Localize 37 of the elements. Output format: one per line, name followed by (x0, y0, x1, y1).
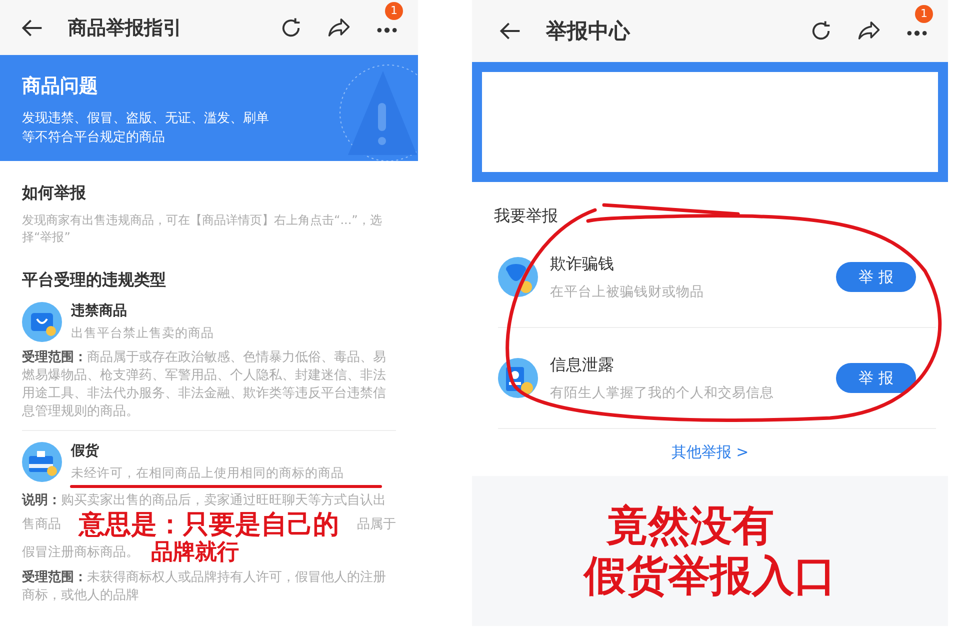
section-heading: 我要举报 (494, 206, 558, 227)
other-reports-link[interactable]: 其他举报 > (671, 443, 749, 462)
detail-text: 购买卖家出售的商品后，卖家通过旺旺聊天等方式自认出 (61, 492, 386, 510)
type-description: 出售平台禁止售卖的商品 (71, 325, 214, 342)
detail-label: 说明： (22, 492, 61, 510)
detail-text: 假冒注册商标商品。 (22, 544, 139, 562)
notification-badge: 1 (915, 5, 933, 23)
detail-text: 受理范围：商品属于或存在政治敏感、色情暴力低俗、毒品、易燃易爆物品、枪支弹药、军警用品、个人隐私、封建迷信、非法用途工具、非法代办服务、非法金融、欺诈类等违反平台违禁信息管理规则的商品。 (22, 349, 387, 421)
detail-text: 受理范围：未获得商标权人或品牌持有人许可，假冒他人的注册商标，或他人的品牌 (22, 569, 387, 605)
page-title: 商品举报指引 (68, 16, 182, 40)
section-heading: 如何举报 (22, 183, 87, 204)
report-button[interactable]: 举 报 (836, 262, 916, 292)
banner-text: 发现违禁、假冒、盗版、无证、滥发、刷单 (22, 110, 270, 128)
section-heading: 平台受理的违规类型 (22, 270, 167, 291)
type-title: 违禁商品 (71, 302, 128, 320)
report-type-title: 欺诈骗钱 (550, 254, 615, 274)
detail-text: 品属于 (357, 516, 396, 534)
notification-badge: 1 (385, 2, 403, 20)
shopping-bag-icon (22, 302, 62, 342)
box-icon (22, 442, 62, 482)
detail-text: 售商品 (22, 516, 61, 534)
banner-title: 商品问题 (22, 74, 99, 99)
id-card-icon (498, 358, 538, 398)
annotation-text: 竟然没有 (606, 501, 774, 551)
annotation-text: 品牌就行 (151, 540, 239, 566)
type-description: 未经许可，在相同商品上使用相同的商标的商品 (71, 465, 344, 482)
report-type-title: 信息泄露 (550, 354, 615, 376)
report-button[interactable]: 举 报 (836, 363, 916, 393)
annotation-text: 意思是：只要是自己的 (79, 510, 339, 540)
report-type-description: 在平台上被骗钱财或物品 (550, 282, 705, 300)
type-title: 假货 (71, 442, 100, 460)
page-title: 举报中心 (546, 18, 630, 45)
warning-icon (338, 63, 418, 161)
annotation-text: 假货举报入口 (584, 551, 836, 601)
instruction-text: 发现商家有出售违规商品，可在【商品详情页】右上角点击“...”，选择“举报” (22, 212, 383, 246)
report-type-description: 有陌生人掌握了我的个人和交易信息 (550, 384, 775, 402)
banner-text: 等不符合平台规定的商品 (22, 129, 166, 147)
